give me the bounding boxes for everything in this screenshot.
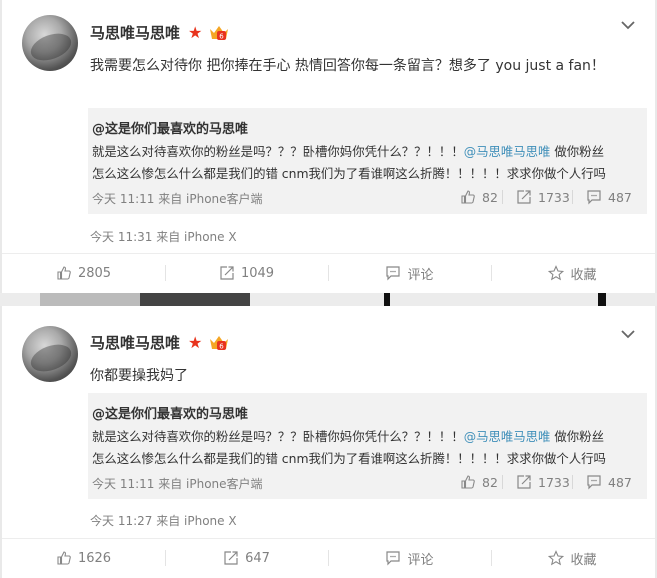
avatar[interactable] [22, 326, 78, 382]
quote-text-line-1: 就是这么对待喜欢你的粉丝是吗？？？卧槽你妈你凭什么？？！！！@马思唯马思唯 做你… [92, 144, 604, 159]
quote-comment-button[interactable]: 487 [586, 474, 632, 490]
quoted-post[interactable]: @这是你们最喜欢的马思唯 就是这么对待喜欢你的粉丝是吗？？？卧槽你妈你凭什么？？… [88, 393, 647, 499]
vip-badge-icon[interactable]: 6 [208, 24, 230, 42]
quoted-post[interactable]: @这是你们最喜欢的马思唯 就是这么对待喜欢你的粉丝是吗？？？卧槽你妈你凭什么？？… [88, 108, 647, 214]
mention-link[interactable]: @马思唯马思唯 [464, 429, 551, 444]
repost-icon [517, 190, 531, 204]
thumbs-up-icon [57, 266, 71, 280]
quote-author[interactable]: @这是你们最喜欢的马思唯 [92, 403, 248, 422]
comment-button[interactable]: 评论 [328, 253, 491, 293]
quote-meta: 今天 11:11 来自 iPhone客户端 [92, 477, 263, 491]
thumbs-up-icon [461, 475, 475, 489]
comment-icon [386, 551, 401, 566]
comment-icon [587, 190, 601, 205]
quote-repost-button[interactable]: 1733 [516, 189, 570, 205]
quote-like-button[interactable]: 82 [460, 474, 498, 490]
post-meta: 今天 11:31 来自 iPhone X [90, 230, 237, 244]
favorite-button[interactable]: 收藏 [491, 538, 654, 578]
quote-like-button[interactable]: 82 [460, 189, 498, 205]
like-button[interactable]: 2805 [2, 253, 165, 293]
post-text: 你都要操我妈了 [90, 368, 188, 384]
repost-button[interactable]: 647 [165, 538, 328, 578]
repost-icon [224, 551, 238, 565]
like-button[interactable]: 1626 [2, 538, 165, 578]
star-icon: ★ [188, 23, 203, 42]
repost-icon [517, 475, 531, 489]
quote-repost-button[interactable]: 1733 [516, 474, 570, 490]
post-text: 我需要怎么对待你 把你捧在手心 热情回答你每一条留言？想多了 you just … [90, 58, 605, 74]
comment-button[interactable]: 评论 [328, 538, 491, 578]
quote-comment-button[interactable]: 487 [586, 189, 632, 205]
star-icon: ★ [188, 333, 203, 352]
avatar[interactable] [22, 15, 78, 71]
username[interactable]: 马思唯马思唯 [90, 22, 180, 43]
comment-icon [587, 475, 601, 490]
weibo-post-2: 马思唯马思唯 ★ 6 你都要操我妈了 @这是你们最喜欢的马思唯 就是这么对待喜欢… [2, 306, 655, 578]
thumbs-up-icon [461, 190, 475, 204]
username[interactable]: 马思唯马思唯 [90, 332, 180, 353]
mention-link[interactable]: @马思唯马思唯 [464, 144, 551, 159]
repost-icon [220, 266, 234, 280]
svg-text:6: 6 [219, 33, 224, 41]
quote-text-line-2: 怎么这么惨怎么什么都是我们的错 cnm我们为了看谁啊这么折腾！！！！！求求你做个… [92, 166, 606, 181]
image-strip [0, 293, 657, 306]
favorite-button[interactable]: 收藏 [491, 253, 654, 293]
post-meta: 今天 11:27 来自 iPhone X [90, 514, 237, 528]
quote-author[interactable]: @这是你们最喜欢的马思唯 [92, 118, 248, 137]
vip-badge-icon[interactable]: 6 [208, 334, 230, 352]
comment-icon [386, 266, 401, 281]
weibo-post-1: 马思唯马思唯 ★ 6 我需要怎么对待你 把你捧在手心 热情回答你每一条留言？想多… [2, 0, 655, 293]
repost-button[interactable]: 1049 [165, 253, 328, 293]
favorite-star-icon [548, 265, 565, 281]
quote-meta: 今天 11:11 来自 iPhone客户端 [92, 192, 263, 206]
chevron-down-icon[interactable] [620, 19, 636, 31]
quote-text-line-2: 怎么这么惨怎么什么都是我们的错 cnm我们为了看谁啊这么折腾！！！！！求求你做个… [92, 451, 606, 466]
favorite-star-icon [548, 550, 565, 566]
quote-text-line-1: 就是这么对待喜欢你的粉丝是吗？？？卧槽你妈你凭什么？？！！！@马思唯马思唯 做你… [92, 429, 604, 444]
chevron-down-icon[interactable] [620, 328, 636, 340]
thumbs-up-icon [57, 551, 71, 565]
svg-text:6: 6 [219, 343, 224, 351]
